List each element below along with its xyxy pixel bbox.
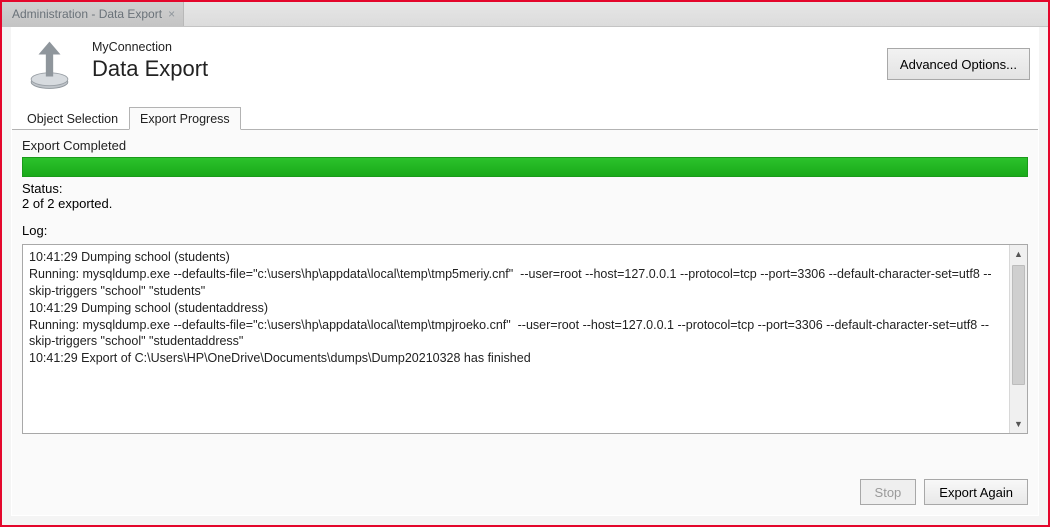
log-label: Log: [22,223,1028,238]
progress-bar [22,157,1028,177]
progress-fill [22,157,1028,177]
app-frame: Administration - Data Export × MyConnect… [0,0,1050,527]
page-title: Data Export [92,56,208,82]
export-icon [22,38,77,93]
tab-export-progress[interactable]: Export Progress [129,107,241,130]
tab-object-selection[interactable]: Object Selection [16,107,129,130]
advanced-options-button[interactable]: Advanced Options... [887,48,1030,80]
header: MyConnection Data Export Advanced Option… [12,28,1038,108]
document-tab-label: Administration - Data Export [12,7,162,21]
scrollbar[interactable]: ▲ ▼ [1009,245,1027,433]
document-tab[interactable]: Administration - Data Export × [2,2,184,26]
main-panel: MyConnection Data Export Advanced Option… [11,27,1039,516]
export-progress-pane: Export Completed Status: 2 of 2 exported… [12,130,1038,515]
button-row: Stop Export Again [860,479,1028,505]
inner-tabstrip: Object Selection Export Progress [12,106,1038,130]
log-text[interactable]: 10:41:29 Dumping school (students) Runni… [23,245,1009,433]
export-again-button[interactable]: Export Again [924,479,1028,505]
status-value: 2 of 2 exported. [22,196,1028,211]
stop-button: Stop [860,479,917,505]
scroll-thumb[interactable] [1012,265,1025,385]
scroll-down-icon[interactable]: ▼ [1010,415,1027,433]
connection-name: MyConnection [92,40,172,54]
progress-title: Export Completed [22,138,1028,153]
document-tabstrip: Administration - Data Export × [2,2,1048,27]
scroll-up-icon[interactable]: ▲ [1010,245,1027,263]
status-label: Status: [22,181,1028,196]
log-box: 10:41:29 Dumping school (students) Runni… [22,244,1028,434]
close-icon[interactable]: × [168,7,175,21]
